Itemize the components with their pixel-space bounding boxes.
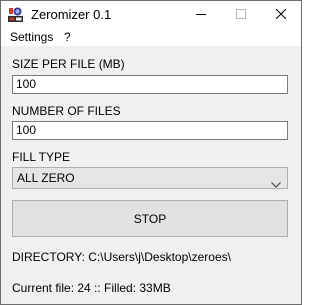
progress-status: Current file: 24 :: Filled: 33MB [12,281,171,295]
number-of-files-input[interactable]: 100 [12,121,288,140]
maximize-icon [236,6,246,24]
menu-help[interactable]: ? [64,29,71,45]
main-panel: SIZE PER FILE (MB) 100 NUMBER OF FILES 1… [1,46,301,304]
close-icon [275,6,287,24]
maximize-button[interactable] [221,1,261,28]
fill-type-label: FILL TYPE [12,150,71,164]
minimize-icon [196,6,206,24]
stop-button[interactable]: STOP [12,200,288,237]
directory-path: DIRECTORY: C:\Users\j\Desktop\zeroes\ [12,250,231,264]
menu-bar: Settings ? [1,28,301,46]
fill-type-select[interactable]: ALL ZERO [12,167,288,189]
title-bar[interactable]: Zeromizer 0.1 [1,1,301,28]
app-icon [7,6,24,23]
size-per-file-label: SIZE PER FILE (MB) [12,57,125,71]
menu-settings[interactable]: Settings [10,29,53,45]
chevron-down-icon [271,175,281,188]
number-of-files-label: NUMBER OF FILES [12,104,121,118]
minimize-button[interactable] [181,1,221,28]
app-window: Zeromizer 0.1 Settings ? SIZE PER FILE (… [0,0,302,305]
window-title: Zeromizer 0.1 [31,7,112,22]
close-button[interactable] [261,1,301,28]
fill-type-value: ALL ZERO [17,171,75,185]
size-per-file-input[interactable]: 100 [12,75,288,94]
